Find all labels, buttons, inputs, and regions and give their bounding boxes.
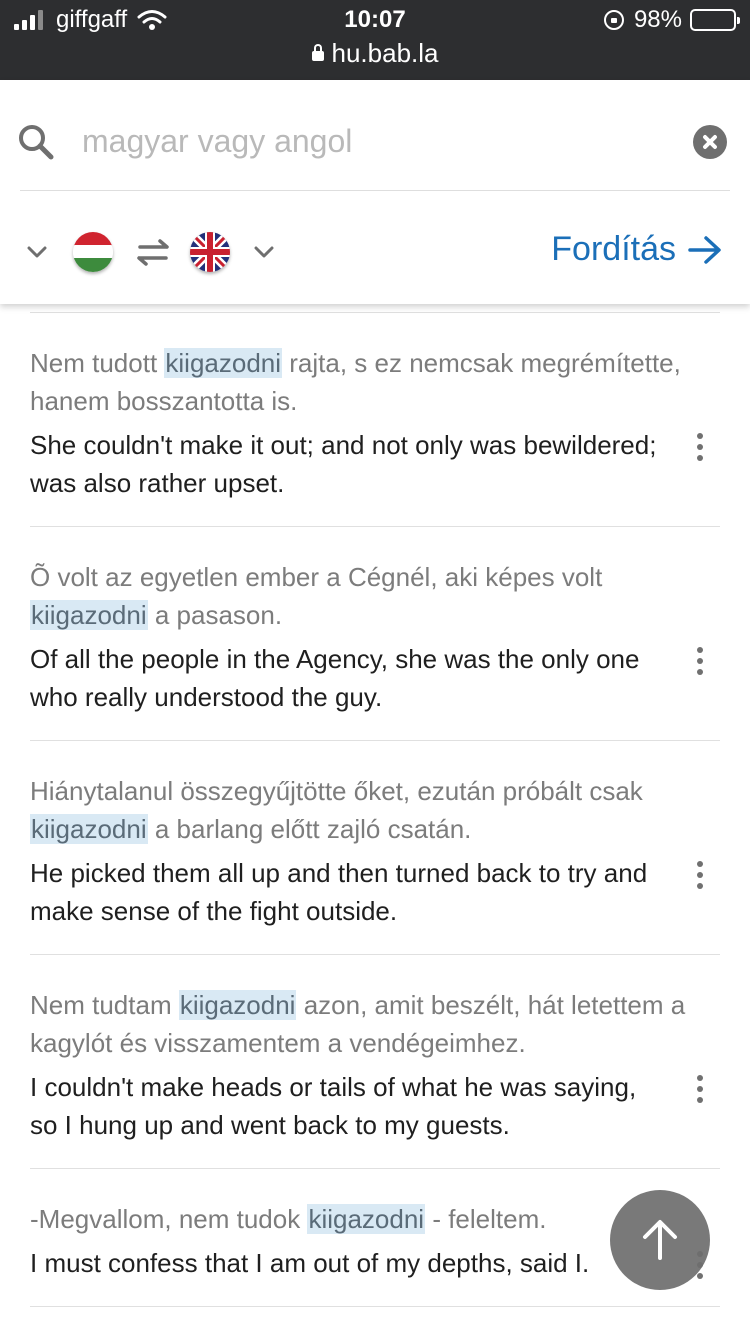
english-translation: She couldn't make it out; and not only w… — [30, 430, 657, 498]
hungarian-sentence: Nem tudtam kiigazodni azon, amit beszélt… — [30, 990, 686, 1058]
target-language-chevron-down-icon[interactable] — [253, 241, 275, 263]
more-options-icon[interactable] — [690, 1074, 710, 1104]
status-right: 98% — [603, 6, 740, 34]
rotation-lock-icon — [603, 10, 624, 30]
highlighted-term: kiigazodni — [30, 600, 148, 630]
search-icon — [19, 125, 54, 160]
clear-search-button[interactable] — [693, 125, 727, 159]
more-options-icon[interactable] — [690, 432, 710, 462]
translate-label: Fordítás — [551, 230, 676, 268]
address-bar[interactable]: hu.bab.la — [0, 38, 750, 69]
arrow-right-icon — [688, 235, 721, 264]
status-bar: giffgaff 10:07 hu.bab.la 98% — [0, 0, 750, 80]
translate-button[interactable]: Fordítás — [551, 230, 722, 269]
divider — [30, 1168, 720, 1169]
example-sentences-list: Nem tudott kiigazodni rajta, s ez nemcsa… — [0, 304, 750, 1334]
hungarian-sentence: Õ volt az egyetlen ember a Cégnél, aki k… — [30, 562, 603, 630]
hungarian-sentence: Hiánytalanul összegyűjtötte őket, ezután… — [30, 776, 643, 844]
source-language-chevron-down-icon[interactable] — [26, 241, 48, 263]
divider — [30, 312, 720, 313]
highlighted-term: kiigazodni — [30, 814, 148, 844]
search-row — [0, 80, 750, 190]
battery-icon — [690, 9, 740, 31]
divider — [30, 740, 720, 741]
highlighted-term: kiigazodni — [178, 990, 297, 1020]
more-options-icon[interactable] — [690, 860, 710, 890]
highlighted-term: kiigazodni — [164, 348, 283, 378]
hungarian-sentence: Nem tudott kiigazodni rajta, s ez nemcsa… — [30, 348, 681, 416]
search-header: Fordítás — [0, 80, 750, 304]
english-translation: I must confess that I am out of my depth… — [30, 1248, 590, 1278]
arrow-up-icon — [643, 1220, 677, 1260]
english-translation: He picked them all up and then turned ba… — [30, 858, 648, 926]
more-options-icon[interactable] — [690, 646, 710, 676]
divider — [30, 1306, 720, 1307]
english-translation: Of all the people in the Agency, she was… — [30, 644, 640, 712]
header-divider — [20, 190, 730, 191]
swap-languages-icon[interactable] — [134, 237, 172, 267]
hungarian-flag-icon[interactable] — [73, 232, 113, 272]
hungarian-sentence: -Megvallom, nem tudok kiigazodni - felel… — [30, 1204, 547, 1234]
divider — [30, 954, 720, 955]
english-translation: I couldn't make heads or tails of what h… — [30, 1072, 637, 1140]
battery-percent: 98% — [633, 6, 682, 33]
divider — [30, 526, 720, 527]
search-input[interactable] — [82, 118, 662, 164]
uk-flag-icon[interactable] — [190, 232, 230, 272]
back-to-top-button[interactable] — [610, 1190, 710, 1290]
address-url: hu.bab.la — [331, 38, 439, 68]
lock-icon — [311, 44, 324, 61]
highlighted-term: kiigazodni — [307, 1204, 426, 1234]
